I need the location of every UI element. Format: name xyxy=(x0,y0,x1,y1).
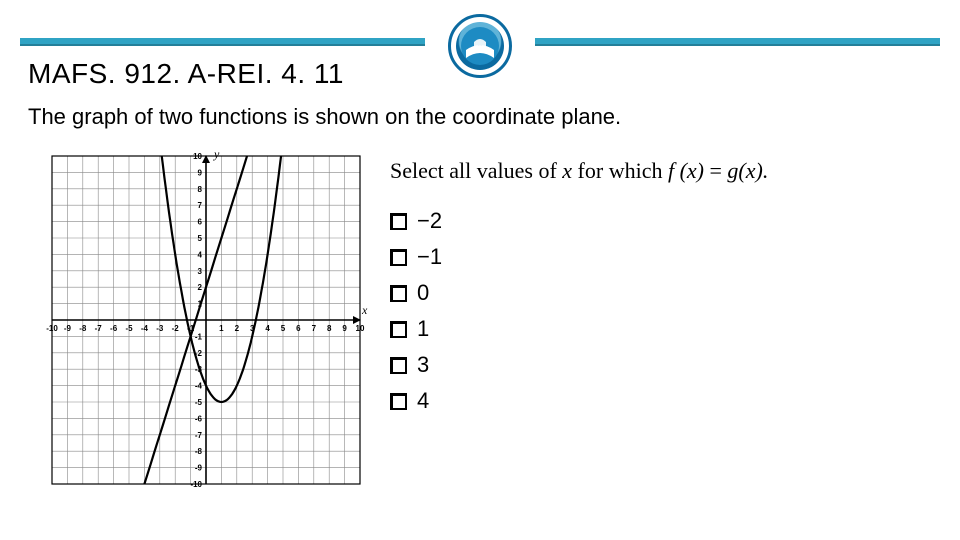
checkbox-icon[interactable] xyxy=(390,393,407,410)
svg-text:7: 7 xyxy=(312,324,317,333)
prompt-variable: x xyxy=(562,158,572,183)
option-label: 4 xyxy=(417,386,429,416)
checkbox-icon[interactable] xyxy=(390,321,407,338)
svg-text:8: 8 xyxy=(198,185,203,194)
svg-text:2: 2 xyxy=(198,283,203,292)
svg-text:1: 1 xyxy=(219,324,224,333)
prompt-mid: for which xyxy=(572,158,668,183)
svg-text:6: 6 xyxy=(296,324,301,333)
option-label: −1 xyxy=(417,242,442,272)
svg-text:-8: -8 xyxy=(79,324,87,333)
checkbox-icon[interactable] xyxy=(390,249,407,266)
svg-text:-4: -4 xyxy=(195,382,203,391)
option-row[interactable]: −2 xyxy=(390,206,442,236)
svg-text:5: 5 xyxy=(281,324,286,333)
option-label: −2 xyxy=(417,206,442,236)
svg-text:-6: -6 xyxy=(195,414,203,423)
svg-text:4: 4 xyxy=(198,250,203,259)
svg-text:3: 3 xyxy=(198,267,203,276)
option-label: 1 xyxy=(417,314,429,344)
svg-text:10: 10 xyxy=(356,324,365,333)
svg-text:5: 5 xyxy=(198,234,203,243)
svg-text:-1: -1 xyxy=(195,332,203,341)
answer-options: −2 −1 0 1 3 4 xyxy=(390,200,442,422)
prompt-lhs: f (x) xyxy=(668,158,704,183)
svg-text:-7: -7 xyxy=(195,431,203,440)
rule-left xyxy=(20,38,425,46)
problem-instruction: Select all values of x for which f (x) =… xyxy=(390,158,768,184)
svg-text:y: y xyxy=(213,148,220,161)
svg-text:8: 8 xyxy=(327,324,332,333)
logo-badge xyxy=(448,14,512,78)
svg-text:x: x xyxy=(361,303,368,317)
checkbox-icon[interactable] xyxy=(390,213,407,230)
coordinate-plane-graph: -10-9-8-7-6-5-4-3-2-112345678910-10-9-8-… xyxy=(28,148,368,508)
svg-text:-4: -4 xyxy=(141,324,149,333)
option-row[interactable]: 0 xyxy=(390,278,442,308)
option-label: 0 xyxy=(417,278,429,308)
checkbox-icon[interactable] xyxy=(390,357,407,374)
svg-text:-6: -6 xyxy=(110,324,118,333)
svg-text:4: 4 xyxy=(265,324,270,333)
svg-text:-5: -5 xyxy=(195,398,203,407)
option-row[interactable]: 4 xyxy=(390,386,442,416)
option-row[interactable]: 3 xyxy=(390,350,442,380)
prompt-rhs: g(x). xyxy=(727,158,768,183)
problem-intro: The graph of two functions is shown on t… xyxy=(28,104,621,130)
svg-text:7: 7 xyxy=(198,201,203,210)
svg-text:-5: -5 xyxy=(125,324,133,333)
svg-text:-10: -10 xyxy=(46,324,58,333)
checkbox-icon[interactable] xyxy=(390,285,407,302)
header-rule xyxy=(20,30,940,54)
svg-text:-10: -10 xyxy=(190,480,202,489)
option-row[interactable]: −1 xyxy=(390,242,442,272)
prompt-prefix: Select all values of xyxy=(390,158,562,183)
svg-text:2: 2 xyxy=(235,324,240,333)
option-label: 3 xyxy=(417,350,429,380)
svg-text:10: 10 xyxy=(193,152,202,161)
svg-text:-3: -3 xyxy=(156,324,164,333)
rule-right xyxy=(535,38,940,46)
page-title: MAFS. 912. A-REI. 4. 11 xyxy=(28,58,344,90)
svg-text:-2: -2 xyxy=(172,324,180,333)
svg-text:-9: -9 xyxy=(195,464,203,473)
svg-text:9: 9 xyxy=(198,168,203,177)
svg-text:-7: -7 xyxy=(95,324,103,333)
svg-text:6: 6 xyxy=(198,218,203,227)
prompt-op: = xyxy=(704,158,727,183)
svg-text:-9: -9 xyxy=(64,324,72,333)
option-row[interactable]: 1 xyxy=(390,314,442,344)
school-district-logo-icon xyxy=(456,22,504,70)
svg-text:-8: -8 xyxy=(195,447,203,456)
svg-text:9: 9 xyxy=(342,324,347,333)
